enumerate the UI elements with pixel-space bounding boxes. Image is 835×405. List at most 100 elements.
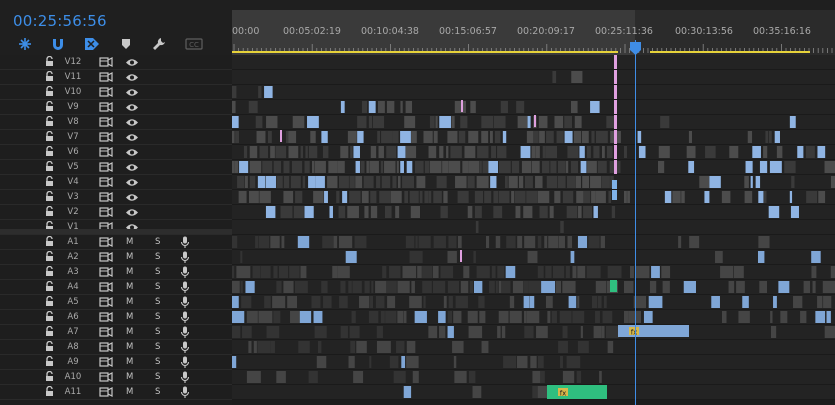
mute-button[interactable]: M	[126, 297, 133, 307]
mute-button[interactable]: M	[126, 327, 133, 337]
lock-icon[interactable]	[45, 55, 55, 67]
audio-track-header[interactable]: A6 M S	[0, 310, 232, 325]
solo-button[interactable]: S	[155, 342, 160, 352]
audio-track-header[interactable]: A11 M S	[0, 385, 232, 400]
microphone-icon[interactable]	[180, 386, 190, 399]
lock-icon[interactable]	[45, 160, 55, 172]
solo-button[interactable]: S	[155, 327, 160, 337]
track-name[interactable]: V11	[58, 72, 88, 82]
lock-icon[interactable]	[45, 175, 55, 187]
track-name[interactable]: V12	[58, 57, 88, 67]
eye-icon[interactable]	[125, 148, 139, 157]
sync-lock-icon[interactable]	[99, 162, 113, 172]
sync-lock-icon[interactable]	[99, 237, 113, 247]
solo-button[interactable]: S	[155, 372, 160, 382]
video-track-header[interactable]: V2	[0, 205, 232, 220]
lock-icon[interactable]	[45, 190, 55, 202]
microphone-icon[interactable]	[180, 341, 190, 354]
microphone-icon[interactable]	[180, 281, 190, 294]
linked-selection-icon[interactable]	[83, 36, 101, 52]
eye-icon[interactable]	[125, 88, 139, 97]
playhead-line[interactable]	[635, 40, 636, 405]
sync-lock-icon[interactable]	[99, 72, 113, 82]
eye-icon[interactable]	[125, 73, 139, 82]
lock-icon[interactable]	[45, 70, 55, 82]
sync-lock-icon[interactable]	[99, 372, 113, 382]
sync-lock-icon[interactable]	[99, 192, 113, 202]
playhead-timecode[interactable]: 00:25:56:56	[13, 12, 107, 30]
video-track-header[interactable]: V3	[0, 190, 232, 205]
mute-button[interactable]: M	[126, 312, 133, 322]
lock-icon[interactable]	[45, 310, 55, 322]
lock-icon[interactable]	[45, 115, 55, 127]
sync-lock-icon[interactable]	[99, 342, 113, 352]
sync-lock-icon[interactable]	[99, 57, 113, 67]
video-track-header[interactable]: V5	[0, 160, 232, 175]
sync-lock-icon[interactable]	[99, 327, 113, 337]
track-name[interactable]: V10	[58, 87, 88, 97]
track-name[interactable]: V9	[58, 102, 88, 112]
work-area-bar[interactable]	[232, 51, 835, 54]
audio-track-header[interactable]: A7 M S	[0, 325, 232, 340]
sync-lock-icon[interactable]	[99, 387, 113, 397]
track-name[interactable]: V2	[58, 207, 88, 217]
snap-magnet-icon[interactable]	[49, 36, 67, 52]
lock-icon[interactable]	[45, 265, 55, 277]
mute-button[interactable]: M	[126, 252, 133, 262]
lock-icon[interactable]	[45, 385, 55, 397]
sync-lock-icon[interactable]	[99, 252, 113, 262]
settings-wrench-icon[interactable]	[150, 36, 168, 52]
lock-icon[interactable]	[45, 205, 55, 217]
mute-button[interactable]: M	[126, 237, 133, 247]
solo-button[interactable]: S	[155, 252, 160, 262]
solo-button[interactable]: S	[155, 357, 160, 367]
audio-track-header[interactable]: A8 M S	[0, 340, 232, 355]
microphone-icon[interactable]	[180, 311, 190, 324]
audio-track-header[interactable]: A10 M S	[0, 370, 232, 385]
track-name[interactable]: V4	[58, 177, 88, 187]
lock-icon[interactable]	[45, 145, 55, 157]
lock-icon[interactable]	[45, 130, 55, 142]
audio-track-header[interactable]: A2 M S	[0, 250, 232, 265]
eye-icon[interactable]	[125, 58, 139, 67]
mute-button[interactable]: M	[126, 282, 133, 292]
audio-track-header[interactable]: A3 M S	[0, 265, 232, 280]
eye-icon[interactable]	[125, 208, 139, 217]
track-name[interactable]: A6	[58, 312, 88, 322]
track-name[interactable]: A1	[58, 237, 88, 247]
sync-lock-icon[interactable]	[99, 357, 113, 367]
sync-lock-icon[interactable]	[99, 102, 113, 112]
eye-icon[interactable]	[125, 178, 139, 187]
insert-overwrite-icon[interactable]	[16, 36, 34, 52]
captions-icon[interactable]: CC	[184, 36, 204, 52]
sync-lock-icon[interactable]	[99, 117, 113, 127]
sync-lock-icon[interactable]	[99, 312, 113, 322]
audio-track-header[interactable]: A4 M S	[0, 280, 232, 295]
track-name[interactable]: V7	[58, 132, 88, 142]
add-marker-icon[interactable]	[117, 36, 135, 52]
video-track-header[interactable]: V10	[0, 85, 232, 100]
solo-button[interactable]: S	[155, 387, 160, 397]
track-name[interactable]: V5	[58, 162, 88, 172]
lock-icon[interactable]	[45, 100, 55, 112]
solo-button[interactable]: S	[155, 237, 160, 247]
video-track-header[interactable]: V12	[0, 55, 232, 70]
track-name[interactable]: A2	[58, 252, 88, 262]
track-name[interactable]: A4	[58, 282, 88, 292]
lock-icon[interactable]	[45, 355, 55, 367]
sync-lock-icon[interactable]	[99, 87, 113, 97]
video-track-header[interactable]: V7	[0, 130, 232, 145]
lock-icon[interactable]	[45, 250, 55, 262]
track-name[interactable]: A9	[58, 357, 88, 367]
eye-icon[interactable]	[125, 163, 139, 172]
microphone-icon[interactable]	[180, 371, 190, 384]
track-name[interactable]: A11	[58, 387, 88, 397]
playhead-handle[interactable]	[630, 40, 641, 59]
track-name[interactable]: A3	[58, 267, 88, 277]
time-ruler[interactable]: 00:00 00:05:02:19 00:10:04:38 00:15:06:57 00…	[232, 10, 835, 55]
track-name[interactable]: A5	[58, 297, 88, 307]
video-track-header[interactable]: V8	[0, 115, 232, 130]
solo-button[interactable]: S	[155, 312, 160, 322]
track-name[interactable]: V6	[58, 147, 88, 157]
solo-button[interactable]: S	[155, 282, 160, 292]
